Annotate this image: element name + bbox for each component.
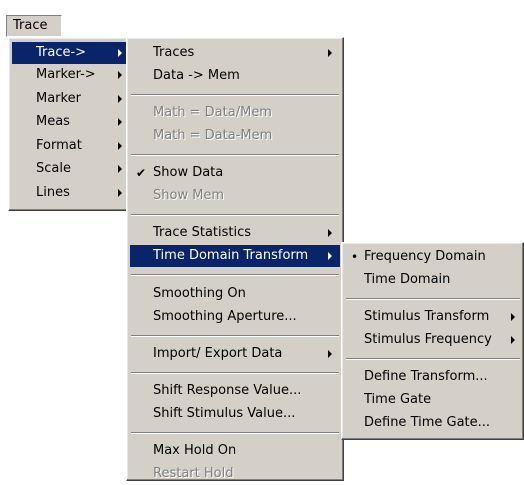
submenu-arrow-icon: [118, 165, 122, 173]
menu-item-stimulus-transform[interactable]: Stimulus Transform: [345, 306, 520, 328]
menu-item-import-export-data[interactable]: Import/ Export Data: [130, 343, 340, 365]
menu-item-label: Time Domain: [364, 272, 451, 287]
menu-separator: [131, 94, 339, 96]
menu-item-label: Math = Data/Mem: [153, 105, 272, 120]
menu-item-marker-submenu[interactable]: Marker->: [12, 64, 126, 86]
time-domain-transform-submenu: • Frequency Domain Time Domain Stimulus …: [341, 242, 524, 440]
submenu-arrow-icon: [328, 49, 332, 57]
trace-menu-label: Trace: [13, 18, 48, 33]
menu-separator: [131, 432, 339, 434]
menu-item-label: Stimulus Frequency: [364, 332, 492, 347]
menu-item-data-to-mem[interactable]: Data -> Mem: [130, 65, 340, 87]
menu-item-show-mem[interactable]: Show Mem: [130, 185, 340, 207]
menu-item-label: Marker->: [36, 67, 96, 82]
menu-item-time-gate[interactable]: Time Gate: [345, 389, 520, 411]
menu-item-label: Restart Hold: [153, 466, 234, 481]
submenu-arrow-icon: [118, 142, 122, 150]
menu-item-label: Define Time Gate...: [364, 415, 491, 430]
menu-item-label: Stimulus Transform: [364, 309, 490, 324]
menu-item-smoothing-aperture[interactable]: Smoothing Aperture...: [130, 306, 340, 328]
submenu-arrow-icon: [118, 189, 122, 197]
menu-item-stimulus-frequency[interactable]: Stimulus Frequency: [345, 329, 520, 351]
menu-item-format[interactable]: Format: [12, 135, 126, 157]
menu-item-label: Trace->: [36, 45, 87, 60]
menu-item-meas[interactable]: Meas: [12, 111, 126, 133]
menu-item-lines[interactable]: Lines: [12, 182, 126, 204]
menu-item-show-data[interactable]: ✔ Show Data: [130, 162, 340, 184]
menu-item-define-time-gate[interactable]: Define Time Gate...: [345, 412, 520, 434]
menu-item-label: Define Transform...: [364, 369, 488, 384]
menu-separator: [346, 298, 520, 300]
menu-item-time-domain-transform[interactable]: Time Domain Transform: [130, 245, 340, 267]
menu-item-define-transform[interactable]: Define Transform...: [345, 366, 520, 388]
menu-item-shift-stimulus-value[interactable]: Shift Stimulus Value...: [130, 403, 340, 425]
menu-separator: [131, 335, 339, 337]
menu-item-label: Shift Response Value...: [153, 383, 302, 398]
menu-item-label: Scale: [36, 161, 71, 176]
menu-item-shift-response-value[interactable]: Shift Response Value...: [130, 380, 340, 402]
menu-item-math-data-minus-mem[interactable]: Math = Data-Mem: [130, 125, 340, 147]
menu-item-label: Traces: [153, 45, 195, 60]
menu-item-label: Smoothing On: [153, 286, 246, 301]
menu-separator: [346, 358, 520, 360]
menu-item-label: Smoothing Aperture...: [153, 309, 297, 324]
menu-separator: [131, 274, 339, 276]
menu-separator: [131, 214, 339, 216]
submenu-arrow-icon: [511, 336, 515, 344]
menu-item-label: Meas: [36, 114, 70, 129]
menu-item-marker[interactable]: Marker: [12, 88, 126, 110]
menu-item-label: Time Gate: [364, 392, 432, 407]
menu-item-label: Data -> Mem: [153, 68, 240, 83]
submenu-arrow-icon: [511, 313, 515, 321]
trace-submenu: Traces Data -> Mem Math = Data/Mem Math …: [126, 37, 344, 481]
menu-item-restart-hold[interactable]: Restart Hold: [130, 463, 340, 485]
menu-item-label: Frequency Domain: [364, 249, 486, 264]
menu-item-traces[interactable]: Traces: [130, 42, 340, 64]
menu-item-label: Import/ Export Data: [153, 346, 283, 361]
menu-item-label: Lines: [36, 185, 70, 200]
radio-bullet-icon: •: [351, 250, 359, 264]
menu-item-label: Math = Data-Mem: [153, 128, 273, 143]
trace-menu[interactable]: Trace: [6, 15, 62, 37]
menu-separator: [131, 372, 339, 374]
menu-item-scale[interactable]: Scale: [12, 158, 126, 180]
menu-item-label: Show Data: [153, 165, 224, 180]
menu-item-label: Trace Statistics: [153, 225, 252, 240]
menu-item-label: Show Mem: [153, 188, 225, 203]
menu-item-max-hold-on[interactable]: Max Hold On: [130, 440, 340, 462]
submenu-arrow-icon: [328, 252, 332, 260]
menu-item-label: Marker: [36, 91, 81, 106]
menu-item-trace-submenu[interactable]: Trace->: [12, 42, 126, 64]
menu-item-label: Time Domain Transform: [153, 248, 309, 263]
submenu-arrow-icon: [118, 118, 122, 126]
submenu-arrow-icon: [328, 350, 332, 358]
submenu-arrow-icon: [118, 71, 122, 79]
submenu-arrow-icon: [328, 229, 332, 237]
trace-dropdown-menu: Trace-> Marker-> Marker Meas Format Scal…: [8, 37, 130, 211]
menu-item-label: Max Hold On: [153, 443, 237, 458]
menu-item-math-data-div-mem[interactable]: Math = Data/Mem: [130, 102, 340, 124]
menu-item-label: Format: [36, 138, 82, 153]
menu-item-trace-statistics[interactable]: Trace Statistics: [130, 222, 340, 244]
submenu-arrow-icon: [118, 49, 122, 57]
menu-item-smoothing-on[interactable]: Smoothing On: [130, 283, 340, 305]
submenu-arrow-icon: [118, 95, 122, 103]
menu-separator: [131, 154, 339, 156]
menu-item-frequency-domain[interactable]: • Frequency Domain: [345, 246, 520, 268]
menu-item-time-domain[interactable]: Time Domain: [345, 269, 520, 291]
checkmark-icon: ✔: [136, 166, 147, 180]
menu-item-label: Shift Stimulus Value...: [153, 406, 296, 421]
